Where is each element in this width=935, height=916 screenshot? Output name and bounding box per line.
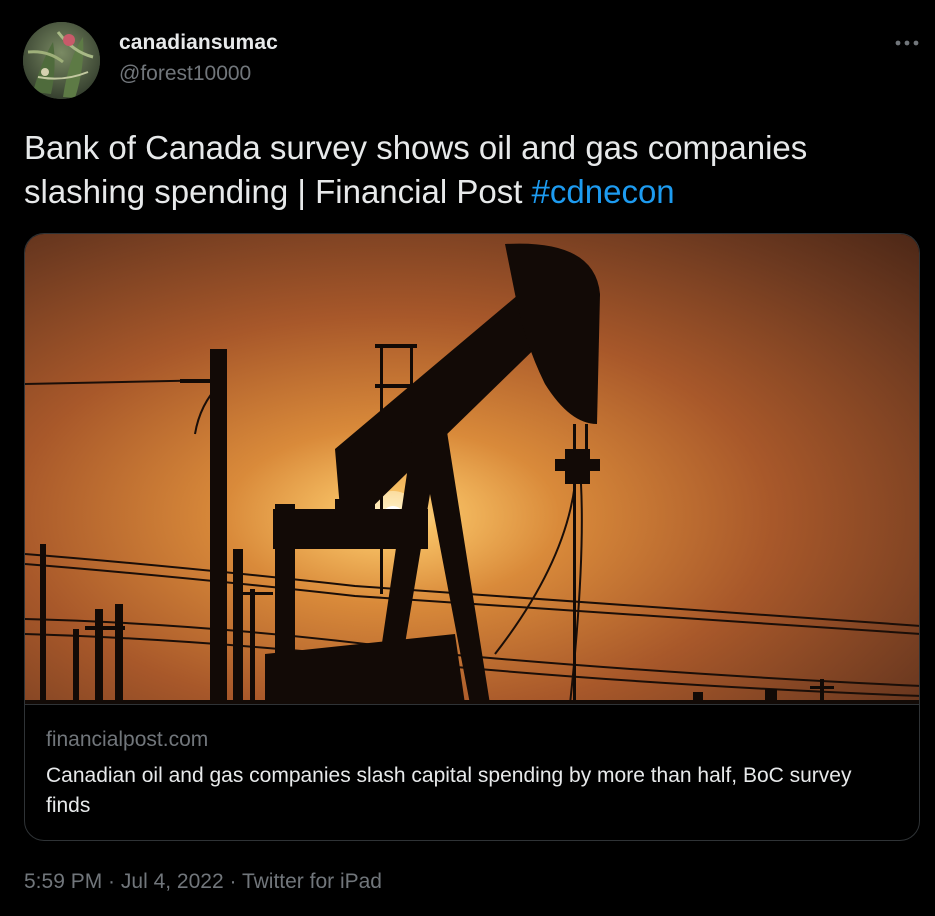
card-domain: financialpost.com — [46, 728, 209, 751]
tweet-text: Bank of Canada survey shows oil and gas … — [24, 126, 914, 214]
meta-separator-2: · — [223, 870, 242, 893]
pumpjack-sunset-photo — [25, 234, 919, 704]
tweet-meta: 5:59 PM · Jul 4, 2022 · Twitter for iPad — [24, 870, 382, 894]
card-divider — [25, 704, 919, 705]
card-title[interactable]: Canadian oil and gas companies slash cap… — [46, 761, 896, 821]
tweet-time[interactable]: 5:59 PM — [24, 870, 102, 893]
user-handle[interactable]: @forest10000 — [119, 62, 251, 86]
tweet: canadiansumac @forest10000 Bank of Canad… — [0, 0, 935, 916]
hashtag-link[interactable]: #cdnecon — [532, 173, 675, 210]
avatar-image — [23, 22, 100, 99]
more-horizontal-icon — [895, 40, 919, 46]
tweet-date[interactable]: Jul 4, 2022 — [121, 870, 224, 893]
link-card[interactable]: financialpost.com Canadian oil and gas c… — [24, 233, 920, 841]
card-image[interactable] — [25, 234, 919, 704]
display-name[interactable]: canadiansumac — [119, 31, 278, 55]
tweet-source[interactable]: Twitter for iPad — [242, 870, 382, 893]
more-button[interactable] — [890, 28, 924, 58]
meta-separator: · — [102, 870, 121, 893]
tweet-body: Bank of Canada survey shows oil and gas … — [24, 129, 808, 210]
avatar[interactable] — [23, 22, 100, 99]
